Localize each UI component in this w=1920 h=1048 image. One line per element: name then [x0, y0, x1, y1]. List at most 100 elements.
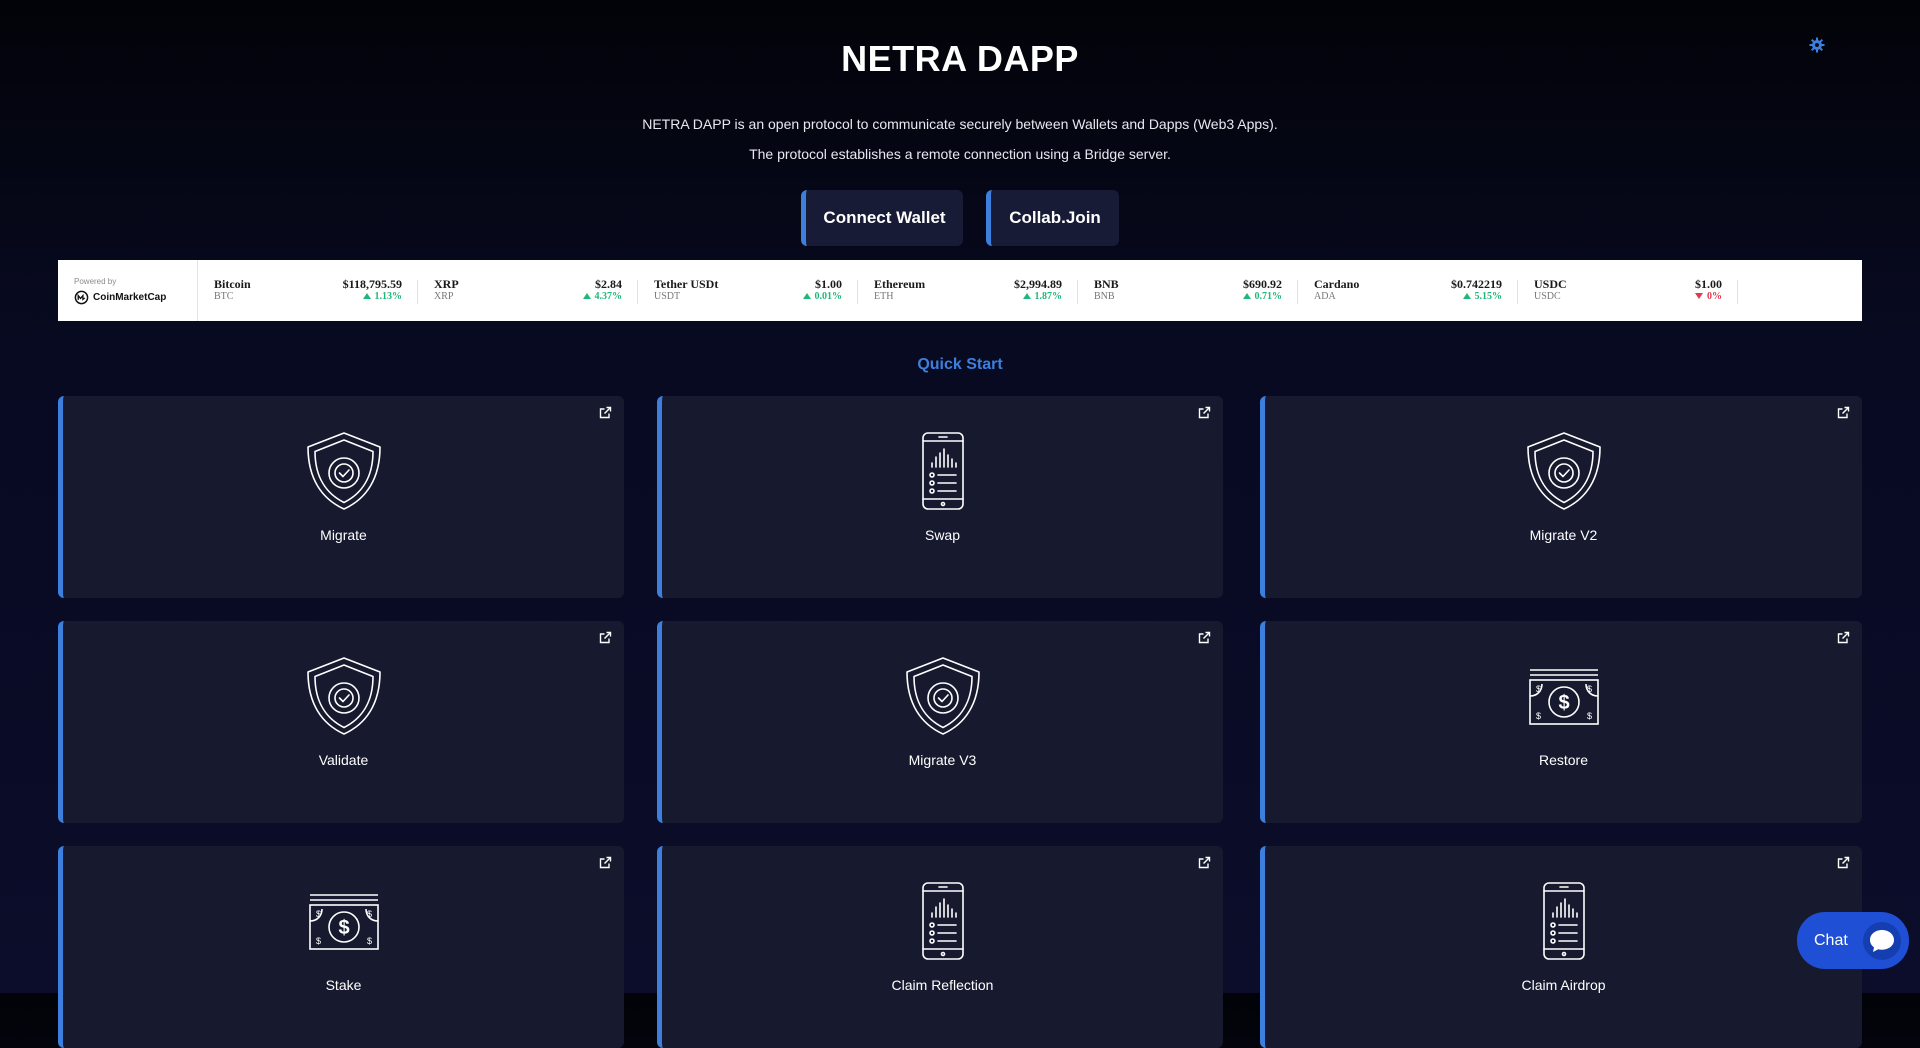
- ticker-coin[interactable]: Tether USDt USDT $1.00 0.01%: [638, 260, 858, 321]
- shield-check-icon: [905, 656, 981, 736]
- mobile-chart-icon: [905, 431, 981, 511]
- coin-change: 1.87%: [1022, 291, 1063, 302]
- external-link-icon[interactable]: [1198, 631, 1211, 644]
- description-line-1: NETRA DAPP is an open protocol to commun…: [642, 116, 1278, 132]
- coin-change: 4.37%: [582, 291, 622, 302]
- external-link-icon[interactable]: [599, 406, 612, 419]
- card-label: Restore: [1538, 752, 1589, 768]
- external-link-icon[interactable]: [1198, 406, 1211, 419]
- price-ticker: Powered by CoinMarketCap Bitcoin BTC $118,…: [58, 260, 1862, 321]
- coin-change-value: 0.71%: [1254, 291, 1283, 302]
- svg-text:$: $: [1558, 692, 1569, 714]
- coin-price: $2.84: [595, 277, 622, 291]
- quick-start-card-migrate[interactable]: Migrate: [58, 396, 624, 598]
- quick-start-card-migrate-v3[interactable]: Migrate V3: [657, 621, 1223, 823]
- chat-button[interactable]: Chat: [1797, 912, 1909, 969]
- banknote-icon: $ $ $ $ $: [306, 881, 382, 961]
- coin-name: Bitcoin: [214, 277, 251, 291]
- shield-check-icon: [1526, 431, 1602, 511]
- shield-check-icon: [306, 656, 382, 736]
- coin-symbol: ETH: [874, 291, 894, 302]
- external-link-icon[interactable]: [1198, 856, 1211, 869]
- coin-price: $2,994.89: [1014, 277, 1062, 291]
- coin-name: Ethereum: [874, 277, 926, 291]
- card-label: Migrate: [320, 527, 367, 543]
- coin-change: 0%: [1695, 291, 1722, 302]
- coin-change-value: 1.87%: [1034, 291, 1063, 302]
- external-link-icon[interactable]: [599, 856, 612, 869]
- mobile-chart-icon: [905, 881, 981, 961]
- external-link-icon[interactable]: [599, 631, 612, 644]
- coin-price: $0.742219: [1451, 277, 1502, 291]
- coin-change-value: 0.01%: [814, 291, 843, 302]
- powered-by-badge[interactable]: Powered by CoinMarketCap: [58, 260, 198, 321]
- mobile-chart-icon: [1526, 881, 1602, 961]
- quick-start-card-validate[interactable]: Validate: [58, 621, 624, 823]
- description-line-2: The protocol establishes a remote connec…: [749, 146, 1171, 162]
- coin-change: 0.01%: [802, 291, 843, 302]
- caret-up-icon: [1462, 292, 1471, 299]
- coin-symbol: XRP: [434, 291, 454, 302]
- external-link-icon[interactable]: [1837, 631, 1850, 644]
- powered-by-label: Powered by: [74, 277, 117, 286]
- coin-divider: [1737, 280, 1738, 304]
- ticker-coin[interactable]: Bitcoin BTC $118,795.59 1.13%: [198, 260, 418, 321]
- connect-wallet-button[interactable]: Connect Wallet: [801, 190, 963, 246]
- coin-change-value: 5.15%: [1474, 291, 1503, 302]
- quick-start-title: Quick Start: [917, 356, 1003, 373]
- svg-text:$: $: [316, 936, 321, 946]
- gear-icon[interactable]: [1809, 37, 1825, 53]
- coin-symbol: ADA: [1314, 291, 1336, 302]
- caret-up-icon: [802, 292, 811, 299]
- card-label: Migrate V3: [908, 752, 977, 768]
- coin-symbol: USDC: [1534, 291, 1561, 302]
- shield-check-icon: [306, 431, 382, 511]
- quick-start-card-claim-reflection[interactable]: Claim Reflection: [657, 846, 1223, 1048]
- ticker-coin[interactable]: BNB BNB $690.92 0.71%: [1078, 260, 1298, 321]
- banknote-icon: $ $ $ $ $: [1526, 656, 1602, 736]
- coin-name: USDC: [1534, 277, 1567, 291]
- coinmarketcap-brand: CoinMarketCap: [93, 292, 167, 303]
- coin-price: $1.00: [1695, 277, 1722, 291]
- coin-price: $690.92: [1243, 277, 1282, 291]
- coin-name: BNB: [1094, 277, 1119, 291]
- card-label: Migrate V2: [1529, 527, 1598, 543]
- quick-start-card-claim-airdrop[interactable]: Claim Airdrop: [1260, 846, 1862, 1048]
- coinmarketcap-logo: CoinMarketCap: [74, 290, 166, 305]
- card-label: Swap: [924, 527, 961, 543]
- quick-start-card-restore[interactable]: $ $ $ $ $ Restore: [1260, 621, 1862, 823]
- card-label: Validate: [318, 752, 369, 768]
- chat-label: Chat: [1814, 931, 1848, 949]
- external-link-icon[interactable]: [1837, 856, 1850, 869]
- ticker-coin[interactable]: Ethereum ETH $2,994.89 1.87%: [858, 260, 1078, 321]
- ticker-coin[interactable]: Cardano ADA $0.742219 5.15%: [1298, 260, 1518, 321]
- collab-join-button[interactable]: Collab.Join: [986, 190, 1119, 246]
- quick-start-card-stake[interactable]: $ $ $ $ $ Stake: [58, 846, 624, 1048]
- coin-symbol: USDT: [654, 291, 681, 302]
- coin-change: 1.13%: [362, 291, 403, 302]
- card-label: Claim Reflection: [891, 977, 994, 993]
- coin-symbol: BTC: [214, 291, 234, 302]
- svg-text:$: $: [1536, 711, 1541, 721]
- coin-price: $1.00: [815, 277, 842, 291]
- quick-start-card-migrate-v2[interactable]: Migrate V2: [1260, 396, 1862, 598]
- ticker-coin[interactable]: XRP XRP $2.84 4.37%: [418, 260, 638, 321]
- coin-symbol: BNB: [1094, 291, 1115, 302]
- caret-up-icon: [582, 292, 591, 299]
- coin-name: Cardano: [1314, 277, 1360, 291]
- external-link-icon[interactable]: [1837, 406, 1850, 419]
- card-label: Claim Airdrop: [1521, 977, 1606, 993]
- caret-up-icon: [1022, 292, 1031, 299]
- coin-change-value: 0%: [1707, 291, 1722, 302]
- svg-text:$: $: [338, 917, 349, 939]
- quick-start-card-swap[interactable]: Swap: [657, 396, 1223, 598]
- coin-change-value: 1.13%: [374, 291, 403, 302]
- caret-up-icon: [362, 292, 371, 299]
- card-label: Stake: [325, 977, 362, 993]
- coin-price: $118,795.59: [342, 277, 402, 291]
- page-title: NETRA DAPP: [841, 38, 1079, 79]
- ticker-coin[interactable]: USDC USDC $1.00 0%: [1518, 260, 1738, 321]
- svg-text:$: $: [367, 936, 372, 946]
- chat-bubble-icon: [1863, 922, 1901, 960]
- svg-text:$: $: [1587, 711, 1592, 721]
